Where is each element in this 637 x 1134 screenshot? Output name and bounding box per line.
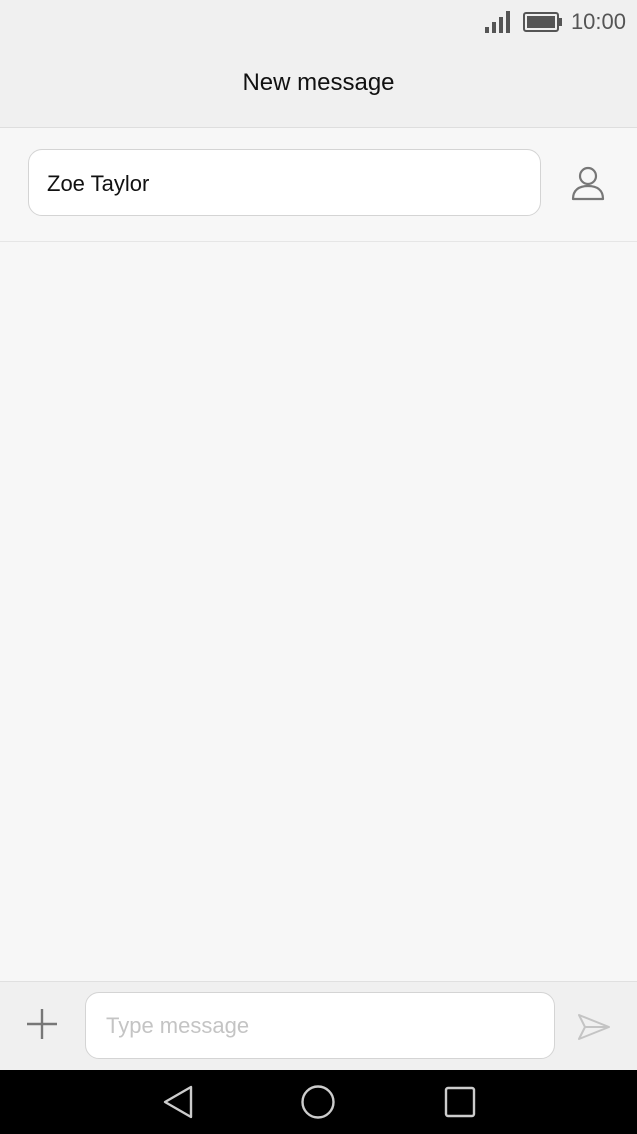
nav-recents-button[interactable] — [440, 1082, 480, 1122]
recents-square-icon — [444, 1086, 476, 1118]
status-indicators: 10:00 — [484, 8, 626, 36]
compose-bar — [0, 981, 637, 1070]
signal-icon — [484, 11, 510, 33]
send-button[interactable] — [574, 1007, 614, 1047]
message-input[interactable] — [85, 992, 555, 1059]
nav-back-button[interactable] — [158, 1082, 198, 1122]
plus-icon — [27, 1009, 57, 1039]
attach-button[interactable] — [22, 1004, 62, 1044]
person-icon — [571, 166, 605, 201]
back-triangle-icon — [163, 1085, 193, 1119]
send-icon — [578, 1014, 610, 1040]
nav-home-button[interactable] — [298, 1082, 338, 1122]
recipient-name: Zoe Taylor — [47, 171, 150, 196]
status-time: 10:00 — [570, 9, 626, 34]
home-circle-icon — [301, 1085, 335, 1119]
new-message-screen: 10:00 New message Zoe Taylor — [0, 0, 637, 1134]
status-bar: 10:00 — [0, 0, 637, 44]
contact-picker-button[interactable] — [566, 162, 610, 206]
recipient-row: Zoe Taylor — [0, 128, 637, 242]
page-title: New message — [242, 69, 395, 96]
title-bar: New message — [0, 44, 637, 128]
battery-icon — [522, 12, 562, 32]
navigation-bar — [0, 1070, 637, 1134]
conversation-area — [0, 242, 637, 981]
recipient-field[interactable]: Zoe Taylor — [28, 149, 541, 216]
